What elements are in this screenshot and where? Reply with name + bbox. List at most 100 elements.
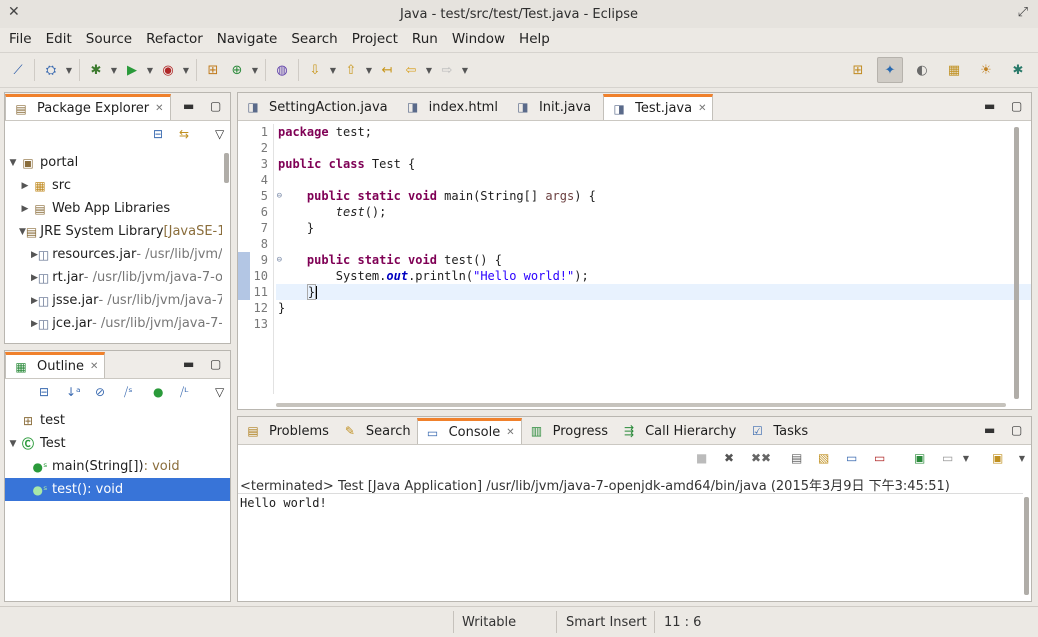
tab-tasks[interactable]: ☑ Tasks — [742, 418, 814, 444]
tab-test-java[interactable]: ◨ Test.java ✕ — [603, 94, 714, 120]
menu-run[interactable]: Run — [405, 31, 445, 47]
console-output[interactable]: Hello world! — [238, 493, 1023, 601]
tab-settingaction-java[interactable]: ◨ SettingAction.java — [238, 94, 394, 120]
outline-item-main-method[interactable]: ●ˢ main(String[]) : void — [5, 455, 230, 478]
collapsed-icon[interactable]: ▶ — [31, 273, 38, 283]
tab-call-hierarchy[interactable]: ⇶ Call Hierarchy — [614, 418, 742, 444]
new-java-package-icon[interactable]: ⊞ — [202, 59, 224, 81]
remove-all-terminated-icon[interactable]: ✖✖ — [751, 451, 771, 465]
collapsed-icon[interactable]: ▶ — [31, 296, 38, 306]
maximize-icon[interactable]: ▢ — [1011, 423, 1022, 437]
tree-item-jre-system-library[interactable]: ▼ ▤ JRE System Library [JavaSE-1.6 — [5, 220, 222, 243]
maximize-icon[interactable]: ▢ — [1011, 99, 1022, 113]
minimize-icon[interactable]: ▬ — [984, 423, 995, 437]
chevron-down-icon[interactable]: ▼ — [144, 66, 156, 75]
close-tab-icon[interactable]: ✕ — [155, 103, 163, 114]
collapsed-icon[interactable]: ▶ — [19, 204, 31, 214]
outline-item-class[interactable]: ▼ Ⓒ Test — [5, 432, 230, 455]
expanded-icon[interactable]: ▼ — [19, 227, 26, 237]
hide-fields-icon[interactable]: ⊘ — [95, 385, 105, 399]
menu-file[interactable]: File — [2, 31, 39, 47]
menu-source[interactable]: Source — [79, 31, 139, 47]
close-tab-icon[interactable]: ✕ — [506, 427, 514, 438]
tree-item-src[interactable]: ▶ ▦ src — [5, 174, 222, 197]
debug-perspective-icon[interactable]: ✱ — [1005, 57, 1031, 83]
horizontal-scrollbar[interactable] — [276, 403, 1006, 407]
java-perspective-icon[interactable]: ✦ — [877, 57, 903, 83]
expanded-icon[interactable]: ▼ — [7, 158, 19, 168]
menu-help[interactable]: Help — [512, 31, 557, 47]
tab-index-html[interactable]: ◨ index.html — [398, 94, 504, 120]
open-console-icon[interactable]: ▣ — [992, 451, 1003, 465]
maximize-icon[interactable]: ▢ — [210, 357, 221, 371]
display-console-icon[interactable]: ▭ — [942, 451, 953, 465]
tree-item-jsse-jar[interactable]: ▶ ◫ jsse.jar - /usr/lib/jvm/java-7- — [5, 289, 222, 312]
menu-project[interactable]: Project — [345, 31, 405, 47]
clear-console-icon[interactable]: ▤ — [791, 451, 802, 465]
tab-problems[interactable]: ▤ Problems — [238, 418, 335, 444]
expanded-icon[interactable]: ▼ — [7, 439, 19, 449]
status-insert-mode[interactable]: Smart Insert — [566, 607, 647, 637]
chevron-down-icon[interactable]: ▼ — [108, 66, 120, 75]
hide-non-public-icon[interactable]: ● — [153, 385, 163, 399]
java-ee-perspective-icon[interactable]: ◐ — [909, 57, 935, 83]
skip-breakpoints-icon[interactable]: ⟋ — [7, 59, 29, 81]
vertical-scrollbar[interactable] — [1014, 127, 1019, 399]
hide-local-types-icon[interactable]: ⧸ᴸ — [180, 385, 188, 400]
next-annotation-icon[interactable]: ⇩ — [304, 59, 326, 81]
sun-perspective-icon[interactable]: ☀ — [973, 57, 999, 83]
new-class-icon[interactable]: ⊕ — [226, 59, 248, 81]
chevron-down-icon[interactable]: ▼ — [1016, 454, 1028, 463]
chevron-down-icon[interactable]: ▼ — [63, 66, 75, 75]
tree-item-web-app-libraries[interactable]: ▶ ▤ Web App Libraries — [5, 197, 222, 220]
code-editor[interactable]: 1 2 3 4 5 ⊖ 6 7 8 9 ⊖ 10 11 12 13 package … — [238, 124, 1031, 404]
menu-search[interactable]: Search — [284, 31, 344, 47]
pin-console-icon[interactable]: ▣ — [914, 451, 925, 465]
chevron-down-icon[interactable]: ▼ — [423, 66, 435, 75]
collapsed-icon[interactable]: ▶ — [31, 319, 38, 329]
show-on-output-icon[interactable]: ▭ — [846, 451, 857, 465]
tab-package-explorer[interactable]: ▤ Package Explorer ✕ — [5, 94, 171, 120]
menu-window[interactable]: Window — [445, 31, 512, 47]
remove-launch-icon[interactable]: ✖ — [724, 451, 734, 465]
tab-progress[interactable]: ▥ Progress — [522, 418, 614, 444]
maximize-icon[interactable]: ▢ — [210, 99, 221, 113]
close-icon[interactable]: ✕ — [8, 4, 20, 20]
forward-icon[interactable]: ⇨ — [436, 59, 458, 81]
debug-icon[interactable]: ✱ — [85, 59, 107, 81]
close-tab-icon[interactable]: ✕ — [698, 103, 706, 114]
sort-icon[interactable]: ↓ᵃ — [66, 385, 81, 399]
chevron-down-icon[interactable]: ▼ — [363, 66, 375, 75]
run-external-tool-icon[interactable]: ◉ — [157, 59, 179, 81]
menu-navigate[interactable]: Navigate — [210, 31, 285, 47]
minimize-icon[interactable]: ▬ — [183, 99, 194, 113]
link-with-editor-icon[interactable]: ⇆ — [179, 127, 189, 141]
open-type-icon[interactable]: ◍ — [271, 59, 293, 81]
menu-edit[interactable]: Edit — [39, 31, 79, 47]
outline-item-test-method[interactable]: ●ˢ test() : void — [5, 478, 230, 501]
close-tab-icon[interactable]: ✕ — [90, 361, 98, 372]
minimize-icon[interactable]: ▬ — [183, 357, 194, 371]
deploy-server-icon[interactable]: ⛭ — [40, 59, 62, 81]
menu-refactor[interactable]: Refactor — [139, 31, 210, 47]
previous-annotation-icon[interactable]: ⇧ — [340, 59, 362, 81]
chevron-down-icon[interactable]: ▼ — [249, 66, 261, 75]
terminate-icon[interactable]: ■ — [696, 451, 707, 465]
collapsed-icon[interactable]: ▶ — [31, 250, 38, 260]
chevron-down-icon[interactable]: ▼ — [327, 66, 339, 75]
collapse-all-icon[interactable]: ⊟ — [39, 385, 49, 399]
vertical-scrollbar[interactable] — [224, 153, 229, 183]
back-icon[interactable]: ⇦ — [400, 59, 422, 81]
minimize-icon[interactable]: ▬ — [984, 99, 995, 113]
last-edit-location-icon[interactable]: ↤ — [376, 59, 398, 81]
collapsed-icon[interactable]: ▶ — [19, 181, 31, 191]
tab-console[interactable]: ▭ Console ✕ — [416, 418, 522, 444]
java-browsing-perspective-icon[interactable]: ▦ — [941, 57, 967, 83]
tree-item-rt-jar[interactable]: ▶ ◫ rt.jar - /usr/lib/jvm/java-7-op — [5, 266, 222, 289]
tree-item-portal[interactable]: ▼ ▣ portal — [5, 151, 222, 174]
chevron-down-icon[interactable]: ▼ — [960, 454, 972, 463]
chevron-down-icon[interactable]: ▼ — [180, 66, 192, 75]
tree-item-resources-jar[interactable]: ▶ ◫ resources.jar - /usr/lib/jvm/j — [5, 243, 222, 266]
tree-item-jce-jar[interactable]: ▶ ◫ jce.jar - /usr/lib/jvm/java-7-o — [5, 312, 222, 335]
tab-outline[interactable]: ▦ Outline ✕ — [5, 352, 106, 378]
